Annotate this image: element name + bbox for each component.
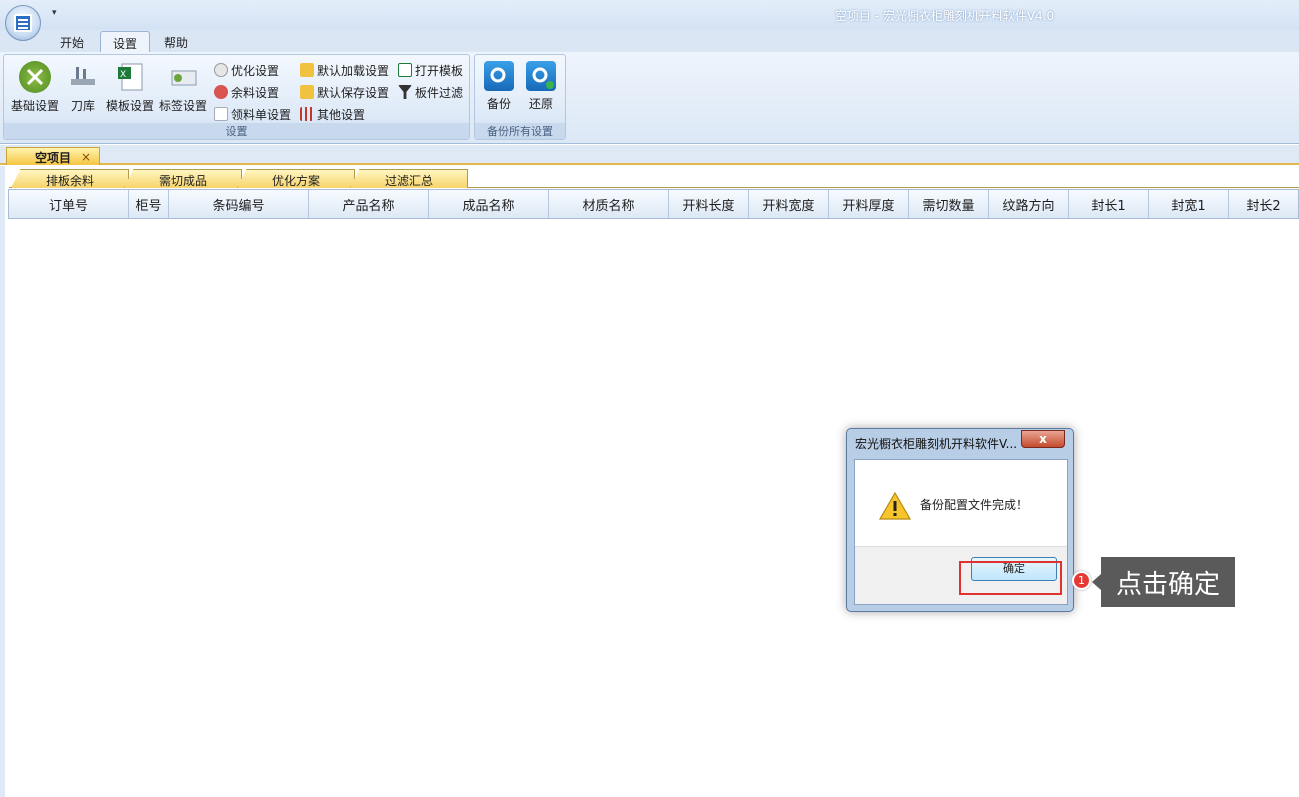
- requisition-settings-button[interactable]: 领料单设置: [214, 105, 291, 123]
- tab-settings[interactable]: 设置: [100, 31, 151, 52]
- default-save-settings-label: 默认保存设置: [317, 85, 390, 100]
- column-header[interactable]: 产品名称: [309, 190, 429, 218]
- template-settings-label: 模板设置: [105, 99, 154, 113]
- column-header[interactable]: 条码编号: [169, 190, 309, 218]
- default-load-settings-button[interactable]: 默认加载设置: [300, 61, 389, 79]
- optimize-settings-button[interactable]: 优化设置: [214, 61, 279, 79]
- instruction-callout: 点击确定: [1092, 557, 1235, 607]
- ribbon-tab-bar: 开始 设置 帮助: [0, 30, 1299, 52]
- gear-restore-icon: [526, 61, 556, 91]
- document-tab-label: 空项目: [35, 150, 72, 165]
- folder-save-icon: [300, 85, 314, 99]
- ribbon: 基础设置 刀库 X 模板设置 标签设置 优化设置 余料设置 领料单设置 默认加载…: [0, 52, 1299, 144]
- close-icon[interactable]: ×: [81, 150, 91, 164]
- leftover-settings-label: 余料设置: [231, 85, 280, 100]
- column-header[interactable]: 封宽1: [1149, 190, 1229, 218]
- optimize-settings-label: 优化设置: [231, 63, 280, 78]
- application-menu-button[interactable]: [5, 5, 41, 41]
- document-icon: [214, 107, 228, 121]
- filter-icon: [398, 85, 412, 99]
- app-logo-icon: [14, 14, 32, 32]
- panel-filter-button[interactable]: 板件过滤: [398, 83, 463, 101]
- default-save-settings-button[interactable]: 默认保存设置: [300, 83, 389, 101]
- default-load-settings-label: 默认加载设置: [317, 63, 390, 78]
- column-header[interactable]: 开料宽度: [749, 190, 829, 218]
- label-settings-button[interactable]: 标签设置: [157, 61, 209, 114]
- tool-rack-icon: [67, 61, 99, 93]
- dialog-title: 宏光橱衣柜雕刻机开料软件V...: [855, 437, 1018, 451]
- basic-settings-button[interactable]: 基础设置: [8, 61, 62, 114]
- svg-text:X: X: [120, 70, 126, 80]
- tab-help[interactable]: 帮助: [152, 31, 200, 52]
- folder-load-icon: [300, 63, 314, 77]
- other-settings-button[interactable]: 其他设置: [300, 105, 365, 123]
- backup-group: 备份 还原 备份所有设置: [474, 54, 566, 140]
- other-settings-label: 其他设置: [317, 107, 366, 122]
- column-header[interactable]: 成品名称: [429, 190, 549, 218]
- tab-optimization-plan[interactable]: 优化方案: [237, 169, 355, 188]
- leftover-icon: [214, 85, 228, 99]
- excel-template-icon: X: [114, 61, 146, 93]
- restore-label: 还原: [528, 97, 553, 111]
- clock-icon: [214, 63, 228, 77]
- column-header[interactable]: 开料厚度: [829, 190, 909, 218]
- main-content: 排板余料 需切成品 优化方案 过滤汇总 订单号 柜号 条码编号 产品名称 成品名…: [0, 166, 1299, 797]
- open-template-label: 打开模板: [415, 63, 464, 78]
- column-header[interactable]: 柜号: [129, 190, 169, 218]
- label-settings-label: 标签设置: [158, 99, 207, 113]
- gear-save-icon: [484, 61, 514, 91]
- settings-group: 基础设置 刀库 X 模板设置 标签设置 优化设置 余料设置 领料单设置 默认加载…: [3, 54, 470, 140]
- sub-tab-bar: 排板余料 需切成品 优化方案 过滤汇总: [9, 169, 1299, 188]
- dialog-message: 备份配置文件完成！: [920, 498, 1029, 512]
- backup-button[interactable]: 备份: [481, 61, 517, 112]
- grid-header: 订单号 柜号 条码编号 产品名称 成品名称 材质名称 开料长度 开料宽度 开料厚…: [8, 189, 1299, 219]
- tab-parts-to-cut[interactable]: 需切成品: [124, 169, 242, 188]
- tool-library-label: 刀库: [70, 99, 95, 113]
- dialog-close-button[interactable]: x: [1021, 430, 1065, 448]
- warning-icon: [879, 492, 911, 520]
- settings-group-label: 设置: [4, 123, 469, 139]
- requisition-settings-label: 领料单设置: [231, 107, 292, 122]
- highlight-box: [959, 561, 1062, 595]
- panel-filter-label: 板件过滤: [415, 85, 464, 100]
- open-template-button[interactable]: 打开模板: [398, 61, 463, 79]
- column-header[interactable]: 纹路方向: [989, 190, 1069, 218]
- title-bar: 空项目 - 宏光橱衣柜雕刻机开料软件V4.0: [0, 0, 1299, 30]
- basic-settings-label: 基础设置: [10, 99, 59, 113]
- window-title: 空项目 - 宏光橱衣柜雕刻机开料软件V4.0: [834, 9, 1055, 23]
- restore-button[interactable]: 还原: [523, 61, 559, 112]
- column-header[interactable]: 订单号: [9, 190, 129, 218]
- tab-filter-summary[interactable]: 过滤汇总: [350, 169, 468, 188]
- quick-access-dropdown-icon[interactable]: ▾: [52, 8, 57, 18]
- backup-group-label: 备份所有设置: [475, 123, 565, 139]
- backup-label: 备份: [486, 97, 511, 111]
- tab-layout-leftover[interactable]: 排板余料: [11, 169, 129, 188]
- column-header[interactable]: 开料长度: [669, 190, 749, 218]
- label-icon: [167, 61, 199, 93]
- document-tab-bar: 空项目 ×: [0, 145, 1299, 165]
- leftover-settings-button[interactable]: 余料设置: [214, 83, 279, 101]
- tab-start[interactable]: 开始: [48, 31, 96, 52]
- open-template-icon: [398, 63, 412, 77]
- column-header[interactable]: 需切数量: [909, 190, 989, 218]
- column-header[interactable]: 封长1: [1069, 190, 1149, 218]
- sliders-icon: [300, 107, 314, 121]
- template-settings-button[interactable]: X 模板设置: [104, 61, 156, 114]
- column-header[interactable]: 材质名称: [549, 190, 669, 218]
- wrench-icon: [19, 61, 51, 93]
- step-badge: 1: [1072, 571, 1091, 590]
- tool-library-button[interactable]: 刀库: [64, 61, 102, 114]
- column-header[interactable]: 封长2: [1229, 190, 1298, 218]
- document-tab-empty-project[interactable]: 空项目 ×: [6, 147, 101, 165]
